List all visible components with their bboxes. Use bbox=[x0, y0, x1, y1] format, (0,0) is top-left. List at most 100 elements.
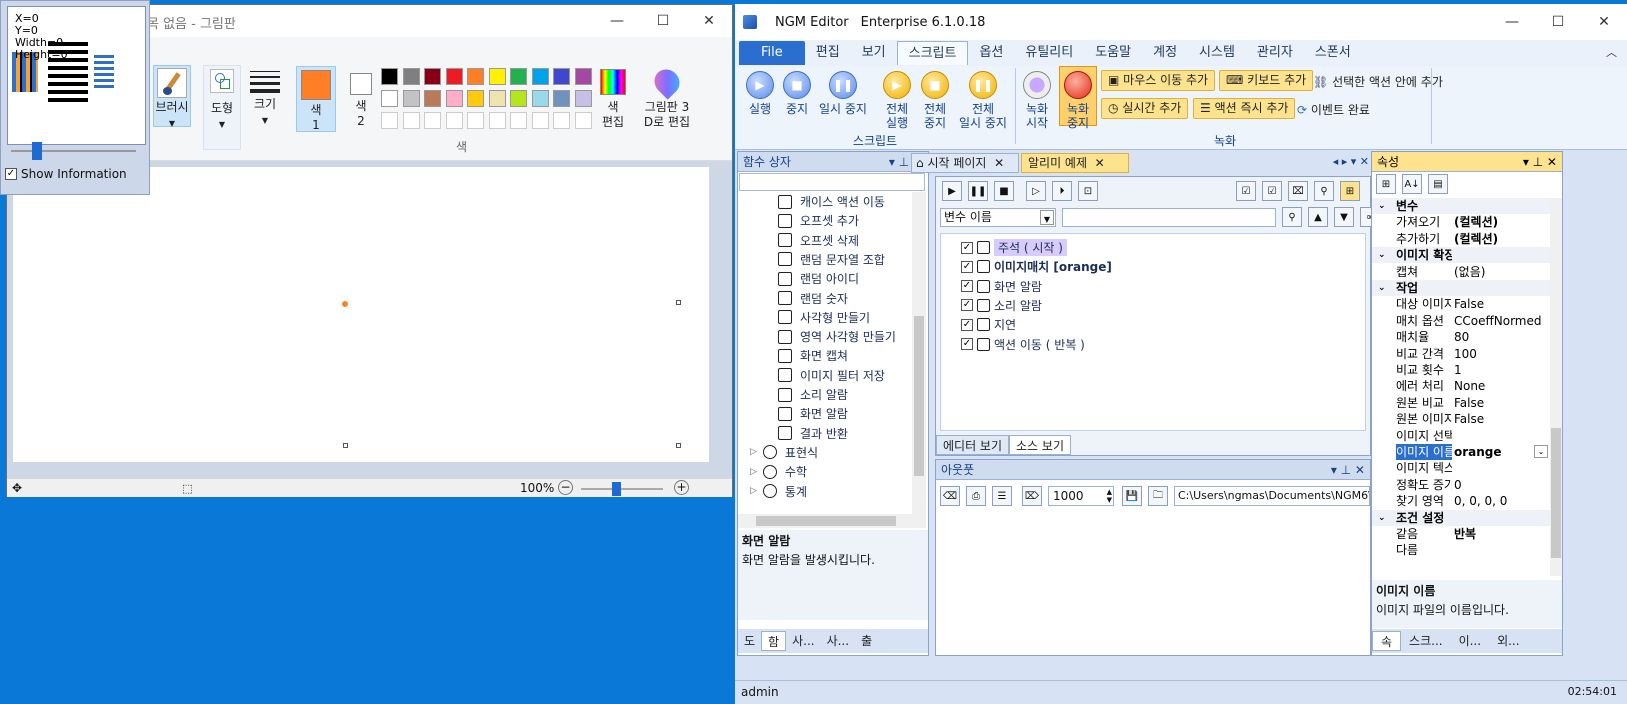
color1-button[interactable]: 색1 bbox=[296, 66, 336, 132]
property-row[interactable]: 찾기 영역 0, 0, 0, 0 bbox=[1372, 493, 1550, 509]
run-button[interactable]: ▶ 실행 bbox=[743, 71, 777, 116]
property-row[interactable]: 매치율 80 bbox=[1372, 329, 1550, 345]
close-tab-icon[interactable]: ✕ bbox=[1095, 153, 1105, 173]
palette-swatch[interactable] bbox=[381, 68, 398, 85]
property-value[interactable]: False bbox=[1454, 411, 1484, 427]
property-category[interactable]: ⌄ 변수 bbox=[1372, 198, 1550, 214]
property-row[interactable]: 원본 이미지 False bbox=[1372, 411, 1550, 427]
save-log-button[interactable]: 💾 bbox=[1122, 486, 1142, 506]
function-item[interactable]: 결과 반환 bbox=[778, 424, 848, 443]
property-row[interactable]: 캡쳐 (없음) bbox=[1372, 264, 1550, 280]
palette-swatch[interactable] bbox=[424, 90, 441, 107]
all-stop-button[interactable]: ■ 전체 중지 bbox=[918, 71, 952, 130]
record-stop-button[interactable]: 녹화 중지 bbox=[1059, 66, 1097, 130]
all-run-button[interactable]: ▶ 전체 실행 bbox=[880, 71, 914, 130]
function-group[interactable]: ▷ 수학 bbox=[750, 462, 807, 481]
add-mouse-move-button[interactable]: ▣ 마우스 이동 추가 bbox=[1101, 70, 1216, 91]
palette-swatch[interactable] bbox=[402, 90, 420, 107]
tab-start-page[interactable]: ⌂ 시작 페이지 ✕ bbox=[911, 153, 1019, 173]
palette-swatch[interactable] bbox=[553, 90, 570, 107]
palette-swatch[interactable] bbox=[445, 90, 463, 107]
resize-handle-right[interactable] bbox=[676, 300, 681, 305]
scroll-thumb[interactable] bbox=[1551, 428, 1561, 558]
property-row[interactable]: 이미지 텍스트 bbox=[1372, 460, 1550, 476]
action-item[interactable]: ✓ 지연 bbox=[961, 315, 1016, 334]
delete-button[interactable]: ⌧ bbox=[1288, 181, 1308, 201]
clear-output-button[interactable]: ⌫ bbox=[940, 486, 960, 506]
property-row[interactable]: 비교 간격 100 bbox=[1372, 346, 1550, 362]
action-item[interactable]: ✓ 화면 알람 bbox=[961, 277, 1042, 296]
shapes-button[interactable]: 도형 ▼ bbox=[203, 65, 241, 150]
property-row[interactable]: 추가하기 (컬렉션) bbox=[1372, 231, 1550, 247]
dropdown-arrow-icon[interactable]: ▼ bbox=[1040, 210, 1054, 225]
function-search-input[interactable] bbox=[739, 173, 925, 191]
collapse-icon[interactable]: ⌄ bbox=[1378, 510, 1386, 526]
palette-swatch[interactable] bbox=[424, 68, 441, 85]
move-down-button[interactable]: ▼ bbox=[1334, 207, 1354, 227]
expand-arrow-icon[interactable]: ▷ bbox=[750, 467, 757, 477]
menu-item[interactable]: 옵션 bbox=[968, 41, 1014, 65]
drawing-canvas[interactable] bbox=[13, 167, 709, 462]
categorized-button[interactable]: ⊞ bbox=[1376, 174, 1396, 194]
dropdown-arrow-icon[interactable]: ⌄ bbox=[1534, 445, 1548, 458]
collapse-icon[interactable]: ⌄ bbox=[1378, 280, 1386, 296]
property-row[interactable]: 이미지 이름 orange ⌄ bbox=[1372, 444, 1550, 460]
palette-swatch-empty[interactable] bbox=[531, 112, 549, 129]
function-item[interactable]: 랜덤 숫자 bbox=[778, 289, 848, 308]
property-row[interactable]: 이미지 선택 bbox=[1372, 428, 1550, 444]
menu-item[interactable]: 시스템 bbox=[1188, 41, 1246, 65]
palette-swatch-empty[interactable] bbox=[510, 112, 527, 129]
event-done-button[interactable]: ⟳ 이벤트 완료 bbox=[1297, 101, 1370, 118]
palette-swatch-empty[interactable] bbox=[424, 112, 441, 129]
line-count-input[interactable]: 1000 ▲ ▼ bbox=[1048, 486, 1114, 506]
function-item[interactable]: 이미지 필터 저장 bbox=[778, 366, 885, 385]
alphabetical-button[interactable]: A↓ bbox=[1402, 174, 1422, 194]
properties-tab[interactable]: 스크... bbox=[1401, 631, 1451, 651]
find-button[interactable]: ⚲ bbox=[1314, 181, 1334, 201]
palette-swatch[interactable] bbox=[574, 90, 592, 107]
zoom-slider-thumb[interactable] bbox=[612, 482, 621, 496]
property-category[interactable]: ⌄ 조건 설정 bbox=[1372, 509, 1550, 526]
magnifier-slider-thumb[interactable] bbox=[32, 142, 42, 160]
function-box-tab[interactable]: 도 bbox=[738, 631, 761, 651]
property-row[interactable]: 대상 이미지 False bbox=[1372, 296, 1550, 312]
all-pause-button[interactable]: ❚❚ 전체 일시 중지 bbox=[953, 71, 1013, 130]
function-item[interactable]: 오프셋 추가 bbox=[778, 211, 859, 230]
palette-swatch[interactable] bbox=[510, 68, 527, 85]
property-scrollbar[interactable] bbox=[1550, 198, 1562, 576]
minimize-button[interactable]: — bbox=[594, 5, 640, 37]
close-button[interactable]: ✕ bbox=[686, 5, 732, 37]
properties-tab[interactable]: 이... bbox=[1451, 631, 1489, 651]
property-category[interactable]: ⌄ 작업 bbox=[1372, 280, 1550, 296]
function-box-tab[interactable]: 함 bbox=[761, 631, 787, 651]
menu-item[interactable]: 스크립트 bbox=[896, 41, 969, 65]
collapse-icon[interactable]: ⌄ bbox=[1378, 198, 1386, 214]
action-item[interactable]: ✓ 액션 이동 ( 반복 ) bbox=[961, 335, 1085, 354]
variable-search-input[interactable] bbox=[1062, 208, 1276, 227]
property-value[interactable]: None bbox=[1454, 378, 1485, 394]
log-path-input[interactable]: C:\Users\ngmas\Documents\NGM6\ bbox=[1174, 486, 1370, 506]
menu-item[interactable]: 유틸리티 bbox=[1014, 41, 1084, 65]
list-button[interactable]: ☰ bbox=[992, 486, 1012, 506]
function-group[interactable]: ▷ 통계 bbox=[750, 482, 807, 501]
editor-stop-button[interactable]: ■ bbox=[994, 181, 1014, 201]
check-button[interactable]: ☑ bbox=[1262, 181, 1282, 201]
palette-swatch[interactable] bbox=[488, 90, 506, 107]
output-log-area[interactable] bbox=[936, 512, 1370, 655]
palette-swatch-empty[interactable] bbox=[553, 112, 570, 129]
function-box-tab[interactable]: 사... bbox=[786, 631, 820, 651]
tree-view-button[interactable]: ⊞ bbox=[1340, 181, 1360, 201]
menu-item[interactable]: File bbox=[739, 41, 805, 65]
size-button[interactable]: 크기 ▼ bbox=[247, 67, 283, 147]
function-item[interactable]: 영역 사각형 만들기 bbox=[778, 327, 896, 346]
menu-item[interactable]: 관리자 bbox=[1246, 41, 1304, 65]
color2-button[interactable]: 색2 bbox=[343, 66, 379, 132]
stop-button[interactable]: ■ 중지 bbox=[780, 71, 814, 116]
spinner-icon[interactable]: ▲ ▼ bbox=[1107, 488, 1112, 504]
properties-tab[interactable]: 외... bbox=[1489, 631, 1527, 651]
palette-swatch[interactable] bbox=[467, 68, 484, 85]
action-item[interactable]: ✓ 이미지매치 [orange] bbox=[961, 257, 1112, 276]
editor-pause-button[interactable]: ❚❚ bbox=[968, 181, 988, 201]
palette-swatch-empty[interactable] bbox=[445, 112, 463, 129]
property-category[interactable]: ⌄ 이미지 확장 기능 bbox=[1372, 247, 1550, 264]
